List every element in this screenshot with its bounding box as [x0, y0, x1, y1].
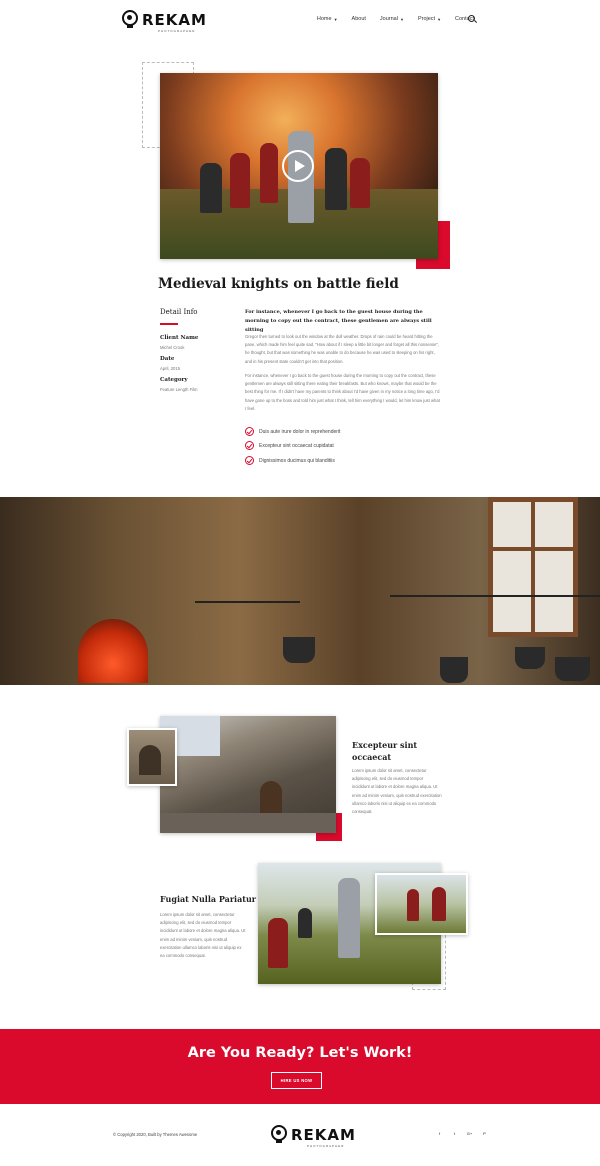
- project-paragraph: Gregor then turned to look out the windo…: [245, 334, 440, 364]
- utensil-rack: [195, 601, 300, 603]
- cobblestone-road: [160, 813, 336, 833]
- main-menu: Home ▼ About Journal ▼ Project ▼ Contact: [317, 16, 474, 22]
- nav-journal-label: Journal: [379, 16, 398, 22]
- feature-text: Lorem ipsum dolor sit amet, consectetur …: [352, 768, 442, 815]
- check-circle-icon: [245, 456, 254, 465]
- checklist-text: Duis aute irure dolor in reprehenderit: [259, 428, 341, 435]
- knights-duel-photo: [375, 873, 468, 935]
- footer-logo[interactable]: REKAM PHOTOGRAPHER: [271, 1125, 356, 1148]
- feature-text: Lorem ipsum dolor sit amet, consectetur …: [160, 912, 246, 959]
- footer-copyright: © Copyright 2020, Built by Themes Awesom…: [113, 1132, 198, 1137]
- detail-label-date: Date: [160, 356, 175, 362]
- nav-project[interactable]: Project ▼: [418, 16, 441, 22]
- brand-name: REKAM: [142, 10, 207, 29]
- brand-logo[interactable]: REKAM PHOTOGRAPHER: [122, 10, 207, 33]
- hire-us-button[interactable]: HIRE US NOW: [271, 1072, 322, 1089]
- cta-banner: [0, 1029, 600, 1104]
- camera-logo-icon: [271, 1125, 287, 1144]
- chevron-down-icon: ▼: [333, 16, 338, 22]
- nav-home-label: Home: [316, 16, 332, 22]
- project-paragraph: For instance, whenever I go back to the …: [245, 373, 440, 411]
- checklist-item: Duis aute irure dolor in reprehenderit: [245, 427, 340, 436]
- cta-title: Are You Ready? Let's Work!: [187, 1045, 413, 1061]
- nav-home[interactable]: Home ▼: [317, 16, 338, 22]
- knight-figure: [260, 143, 278, 203]
- kitchen-window: [488, 497, 578, 637]
- feature-title: Excepteur sint occaecat: [352, 740, 418, 762]
- nav-project-label: Project: [417, 16, 436, 22]
- village-street-photo: [160, 716, 336, 833]
- oven-fire: [78, 619, 148, 683]
- footer-brand-name: REKAM: [291, 1125, 356, 1144]
- facebook-icon[interactable]: f: [436, 1130, 443, 1137]
- detail-value-date: April, 2015: [160, 366, 181, 371]
- check-circle-icon: [245, 427, 254, 436]
- detail-value-client: Michel Crook: [160, 345, 185, 350]
- cooking-pot: [283, 637, 315, 663]
- cooking-pot: [555, 657, 590, 681]
- detail-heading: Detail Info: [160, 308, 198, 316]
- detail-label-category: Category: [160, 377, 188, 383]
- chevron-down-icon: ▼: [399, 16, 404, 22]
- nav-journal[interactable]: Journal ▼: [380, 16, 404, 22]
- project-lead: For instance, whenever I go back to the …: [245, 309, 432, 333]
- brand-tagline: PHOTOGRAPHER: [158, 28, 196, 33]
- checklist-text: Excepteur sint occaecat cupidatat: [259, 442, 334, 449]
- footer-brand-tagline: PHOTOGRAPHER: [307, 1143, 345, 1148]
- utensil-rack: [390, 595, 600, 597]
- nav-about-label: About: [351, 16, 366, 22]
- play-icon[interactable]: [282, 150, 314, 182]
- camera-logo-icon: [122, 10, 138, 29]
- top-navigation: REKAM PHOTOGRAPHER Home ▼ About Journal ▼ …: [0, 0, 600, 40]
- church-arch-photo: [127, 728, 177, 786]
- detail-label-client: Client Name: [160, 335, 199, 341]
- cooking-pot: [440, 657, 468, 683]
- nav-about[interactable]: About: [352, 16, 366, 22]
- chevron-down-icon: ▼: [437, 16, 442, 22]
- detail-underline: [160, 323, 178, 325]
- project-title: Medieval knights on battle field: [158, 276, 399, 292]
- checklist-item: Excepteur sint occaecat cupidatat: [245, 441, 334, 450]
- social-links: f t G+ P: [436, 1130, 488, 1137]
- knight-figure: [200, 163, 222, 213]
- knight-figure: [230, 153, 250, 208]
- checklist-text: Dignissimos ducimus qui blanditiis: [259, 457, 335, 464]
- knight-figure: [325, 148, 347, 210]
- google-plus-icon[interactable]: G+: [466, 1130, 473, 1137]
- twitter-icon[interactable]: t: [451, 1130, 458, 1137]
- medieval-kitchen-banner: [0, 497, 600, 685]
- search-icon[interactable]: [468, 15, 475, 22]
- detail-value-category: Feature Length Film: [160, 387, 198, 392]
- pinterest-icon[interactable]: P: [481, 1130, 488, 1137]
- feature-title: Fugiat Nulla Pariatur: [160, 894, 256, 904]
- knight-figure: [350, 158, 370, 208]
- check-circle-icon: [245, 441, 254, 450]
- checklist-item: Dignissimos ducimus qui blanditiis: [245, 456, 335, 465]
- cooking-pot: [515, 647, 545, 669]
